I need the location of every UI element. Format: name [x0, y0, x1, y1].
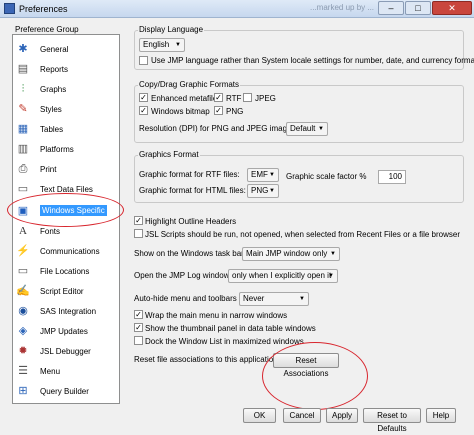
wrap-menu-label: Wrap the main menu in narrow windows — [145, 311, 288, 320]
sidebar-item-file-locations[interactable]: ▭ File Locations — [13, 261, 119, 281]
sidebar-item-reports[interactable]: ▤ Reports — [13, 59, 119, 79]
apply-button[interactable]: Apply — [326, 408, 358, 423]
windows-bitmap-checkbox[interactable]: ✓ — [139, 106, 148, 115]
scale-factor-label: Graphic scale factor % — [286, 172, 367, 181]
dock-window-list-checkbox[interactable] — [134, 336, 143, 345]
png-checkbox[interactable]: ✓ — [214, 106, 223, 115]
sidebar-item-general[interactable]: ✱ General — [13, 39, 119, 59]
print-icon: ⎙ — [18, 163, 28, 175]
taskbar-label: Show on the Windows task bar: — [134, 249, 247, 258]
html-format-select[interactable]: PNG ▼ — [247, 184, 279, 198]
windows-bitmap-label: Windows bitmap — [151, 107, 210, 116]
rtf-checkbox[interactable]: ✓ — [214, 93, 223, 102]
jpeg-label: JPEG — [255, 94, 276, 103]
sidebar-item-windows-specific[interactable]: ▣ Windows Specific — [13, 201, 119, 221]
copy-drag-title: Copy/Drag Graphic Formats — [138, 80, 241, 89]
auto-hide-select[interactable]: Never ▼ — [239, 292, 309, 306]
html-format-label: Graphic format for HTML files: — [139, 186, 246, 195]
chevron-down-icon: ▼ — [269, 172, 275, 178]
thumbnail-panel-checkbox[interactable]: ✓ — [134, 323, 143, 332]
rtf-format-select[interactable]: EMF ▼ — [247, 168, 279, 182]
sidebar-item-text-data-files[interactable]: ▭ Text Data Files — [13, 179, 119, 199]
communications-icon: ⚡ — [16, 245, 30, 257]
background-window-text: ...marked up by ... — [310, 3, 375, 12]
chevron-down-icon: ▼ — [328, 273, 334, 279]
preference-group-label: Preference Group — [15, 25, 79, 34]
sidebar-item-jsl-debugger[interactable]: ✹ JSL Debugger — [13, 341, 119, 361]
sidebar-item-jmp-updates[interactable]: ◈ JMP Updates — [13, 321, 119, 341]
resolution-label: Resolution (DPI) for PNG and JPEG images… — [139, 124, 298, 133]
wrap-menu-checkbox[interactable]: ✓ — [134, 310, 143, 319]
taskbar-select[interactable]: Main JMP window only ▼ — [242, 247, 340, 261]
graphs-icon: ⫶ — [21, 83, 25, 95]
resolution-select[interactable]: Default ▼ — [286, 122, 328, 136]
sidebar-item-communications[interactable]: ⚡ Communications — [13, 241, 119, 261]
reset-to-defaults-button[interactable]: Reset to Defaults — [363, 408, 421, 433]
menu-icon: ☰ — [18, 365, 28, 377]
general-icon: ✱ — [18, 43, 28, 55]
sidebar-item-print[interactable]: ⎙ Print — [13, 159, 119, 179]
sidebar-item-sas-integration[interactable]: ◉ SAS Integration — [13, 301, 119, 321]
enhanced-metafile-label: Enhanced metafile — [151, 94, 218, 103]
jmp-log-label: Open the JMP Log window — [134, 271, 230, 280]
chevron-down-icon: ▼ — [175, 42, 181, 48]
dock-window-list-label: Dock the Window List in maximized window… — [145, 337, 304, 346]
rtf-label: RTF — [226, 94, 242, 103]
jsl-scripts-checkbox[interactable] — [134, 229, 143, 238]
graphics-format-title: Graphics Format — [138, 150, 200, 159]
auto-hide-label: Auto-hide menu and toolbars — [134, 294, 237, 303]
cancel-button[interactable]: Cancel — [283, 408, 321, 423]
chevron-down-icon: ▼ — [299, 296, 305, 302]
jsl-scripts-label: JSL Scripts should be run, not opened, w… — [145, 230, 460, 239]
windows-specific-icon: ▣ — [17, 205, 29, 217]
enhanced-metafile-checkbox[interactable]: ✓ — [139, 93, 148, 102]
reset-associations-button[interactable]: Reset Associations — [273, 353, 339, 378]
chevron-down-icon: ▼ — [330, 251, 336, 257]
jpeg-checkbox[interactable] — [243, 93, 252, 102]
display-language-select[interactable]: English ▼ — [139, 38, 185, 52]
ok-button[interactable]: OK — [243, 408, 276, 423]
png-label: PNG — [226, 107, 244, 116]
scale-factor-input[interactable]: 100 — [378, 170, 406, 184]
sidebar-item-tables[interactable]: ▦ Tables — [13, 119, 119, 139]
sidebar-item-query-builder[interactable]: ⊞ Query Builder — [13, 381, 119, 401]
use-jmp-language-checkbox[interactable] — [139, 56, 148, 65]
highlight-outline-label: Highlight Outline Headers — [145, 217, 237, 226]
tables-icon: ▦ — [17, 123, 29, 135]
script-editor-icon: ✍ — [16, 285, 30, 297]
sidebar-item-script-editor[interactable]: ✍ Script Editor — [13, 281, 119, 301]
window-title: Preferences — [19, 4, 68, 14]
chevron-down-icon: ▼ — [318, 126, 324, 132]
preference-group-list[interactable]: ✱ General ▤ Reports ⫶ Graphs ✎ Styles ▦ … — [12, 34, 120, 404]
jmp-log-select[interactable]: only when I explicitly open it ▼ — [228, 269, 338, 283]
query-builder-icon: ⊞ — [18, 385, 28, 397]
styles-icon: ✎ — [18, 103, 28, 115]
use-jmp-language-label: Use JMP language rather than System loca… — [151, 56, 474, 65]
highlight-outline-checkbox[interactable]: ✓ — [134, 216, 143, 225]
sidebar-item-menu[interactable]: ☰ Menu — [13, 361, 119, 381]
minimize-button[interactable]: – — [378, 1, 404, 15]
thumbnail-panel-label: Show the thumbnail panel in data table w… — [145, 324, 316, 333]
platforms-icon: ▥ — [17, 143, 29, 155]
help-button[interactable]: Help — [426, 408, 456, 423]
reset-associations-label: Reset file associations to this applicat… — [134, 355, 280, 364]
title-bar: Preferences ...marked up by ... – □ ✕ — [0, 0, 474, 18]
sas-integration-icon: ◉ — [18, 305, 28, 317]
jmp-updates-icon: ◈ — [18, 325, 28, 337]
text-data-files-icon: ▭ — [17, 183, 29, 195]
maximize-button[interactable]: □ — [405, 1, 431, 15]
sidebar-item-graphs[interactable]: ⫶ Graphs — [13, 79, 119, 99]
fonts-icon: A — [19, 225, 27, 237]
file-locations-icon: ▭ — [17, 265, 29, 277]
sidebar-item-fonts[interactable]: A Fonts — [13, 221, 119, 241]
sidebar-item-platforms[interactable]: ▥ Platforms — [13, 139, 119, 159]
reports-icon: ▤ — [17, 63, 29, 75]
sidebar-item-styles[interactable]: ✎ Styles — [13, 99, 119, 119]
close-button[interactable]: ✕ — [432, 1, 472, 15]
app-icon — [4, 3, 15, 14]
rtf-format-label: Graphic format for RTF files: — [139, 170, 240, 179]
chevron-down-icon: ▼ — [269, 188, 275, 194]
display-language-title: Display Language — [138, 25, 205, 34]
jsl-debugger-icon: ✹ — [18, 345, 28, 357]
